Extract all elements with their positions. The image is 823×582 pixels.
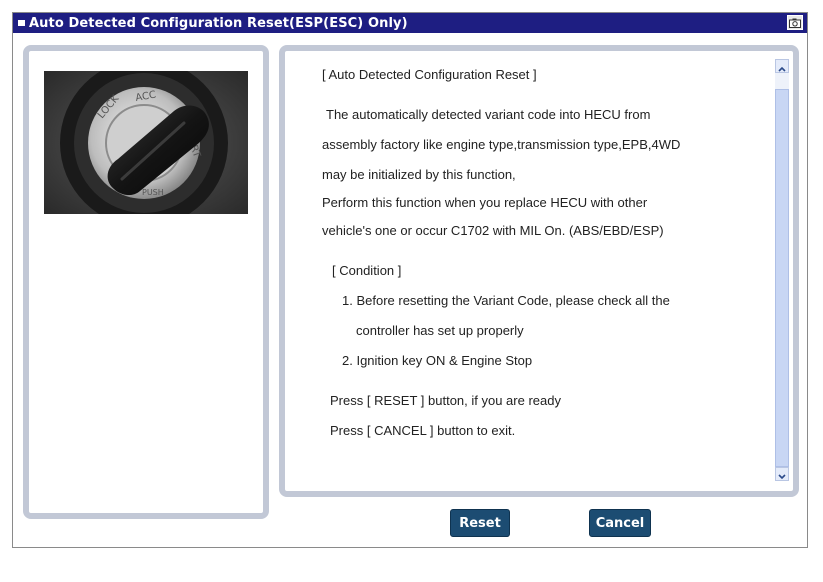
instruction-line: may be initialized by this function, (322, 167, 516, 182)
image-panel: LOCK ACC START PUSH (23, 45, 269, 519)
camera-icon (789, 18, 801, 28)
reset-button[interactable]: Reset (450, 509, 510, 537)
dialog-body: LOCK ACC START PUSH [ Auto Detected Conf… (13, 33, 807, 547)
instruction-panel: [ Auto Detected Configuration Reset ] Th… (279, 45, 799, 497)
camera-button[interactable] (787, 15, 803, 30)
condition-item: 2. Ignition key ON & Engine Stop (342, 353, 533, 368)
instruction-line: The automatically detected variant code … (326, 107, 651, 122)
scroll-up-button[interactable] (775, 59, 789, 73)
ignition-key-photo: LOCK ACC START PUSH (44, 71, 248, 214)
instruction-line: assembly factory like engine type,transm… (322, 137, 681, 152)
condition-item: 1. Before resetting the Variant Code, pl… (342, 293, 670, 308)
cancel-button[interactable]: Cancel (589, 509, 651, 537)
push-label: PUSH (142, 188, 164, 197)
title-bullet-icon (18, 20, 25, 26)
title-bar[interactable]: Auto Detected Configuration Reset(ESP(ES… (13, 13, 807, 33)
chevron-up-icon (778, 57, 786, 76)
condition-heading: [ Condition ] (332, 263, 402, 278)
section-heading: [ Auto Detected Configuration Reset ] (322, 67, 537, 82)
instruction-line: Perform this function when you replace H… (322, 195, 648, 210)
scroll-thumb[interactable] (775, 89, 789, 467)
condition-item: controller has set up properly (356, 323, 524, 338)
prompt-line: Press [ RESET ] button, if you are ready (330, 393, 561, 408)
vertical-scrollbar[interactable] (775, 59, 789, 481)
prompt-line: Press [ CANCEL ] button to exit. (330, 423, 516, 438)
dialog-window: Auto Detected Configuration Reset(ESP(ES… (12, 12, 808, 548)
window-title: Auto Detected Configuration Reset(ESP(ES… (29, 15, 408, 31)
instruction-line: vehicle's one or occur C1702 with MIL On… (322, 223, 664, 238)
scroll-down-button[interactable] (775, 467, 789, 481)
chevron-down-icon (778, 465, 786, 484)
